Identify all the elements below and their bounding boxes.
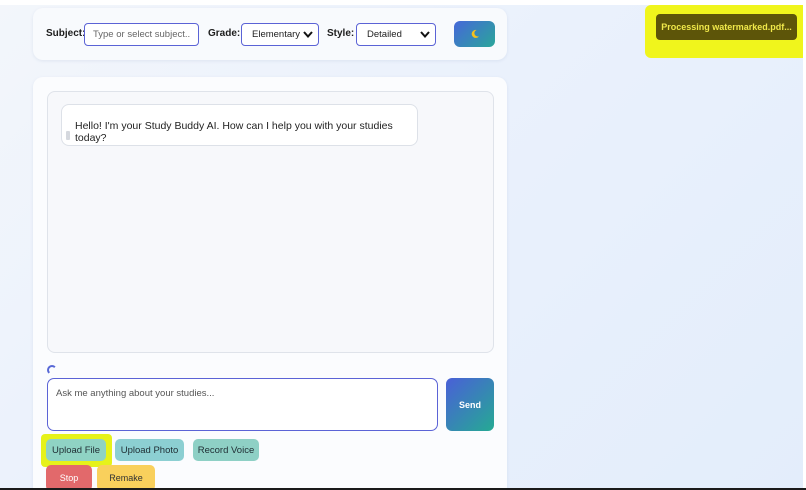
loading-spinner-icon <box>47 365 57 375</box>
chat-messages-area: Hello! I'm your Study Buddy AI. How can … <box>47 91 494 353</box>
chat-panel: Hello! I'm your Study Buddy AI. How can … <box>33 77 507 490</box>
record-voice-button[interactable]: Record Voice <box>193 439 259 461</box>
message-input[interactable] <box>47 378 438 431</box>
upload-file-button[interactable]: Upload File <box>46 439 106 461</box>
grade-select-value: Elementary <box>252 29 301 40</box>
assistant-message: Hello! I'm your Study Buddy AI. How can … <box>61 104 418 146</box>
message-indicator <box>66 131 70 140</box>
stop-button[interactable]: Stop <box>46 465 92 490</box>
processing-toast: Processing watermarked.pdf... <box>656 14 797 40</box>
send-button[interactable]: Send <box>446 378 494 431</box>
grade-label: Grade: <box>208 28 241 39</box>
remake-button[interactable]: Remake <box>97 465 155 490</box>
style-label: Style: <box>327 28 355 39</box>
settings-toolbar: Subject: Grade: Elementary Style: Detail… <box>33 8 507 60</box>
grade-select[interactable]: Elementary <box>241 23 319 46</box>
chevron-down-icon <box>303 31 313 38</box>
subject-label: Subject: <box>46 28 86 39</box>
subject-input[interactable] <box>84 23 199 46</box>
style-select[interactable]: Detailed <box>356 23 436 46</box>
message-text: Hello! I'm your Study Buddy AI. How can … <box>75 120 393 144</box>
moon-icon <box>471 29 479 38</box>
upload-photo-button[interactable]: Upload Photo <box>115 439 184 461</box>
theme-toggle-button[interactable] <box>454 21 495 47</box>
chevron-down-icon <box>420 31 430 38</box>
style-select-value: Detailed <box>367 29 402 40</box>
